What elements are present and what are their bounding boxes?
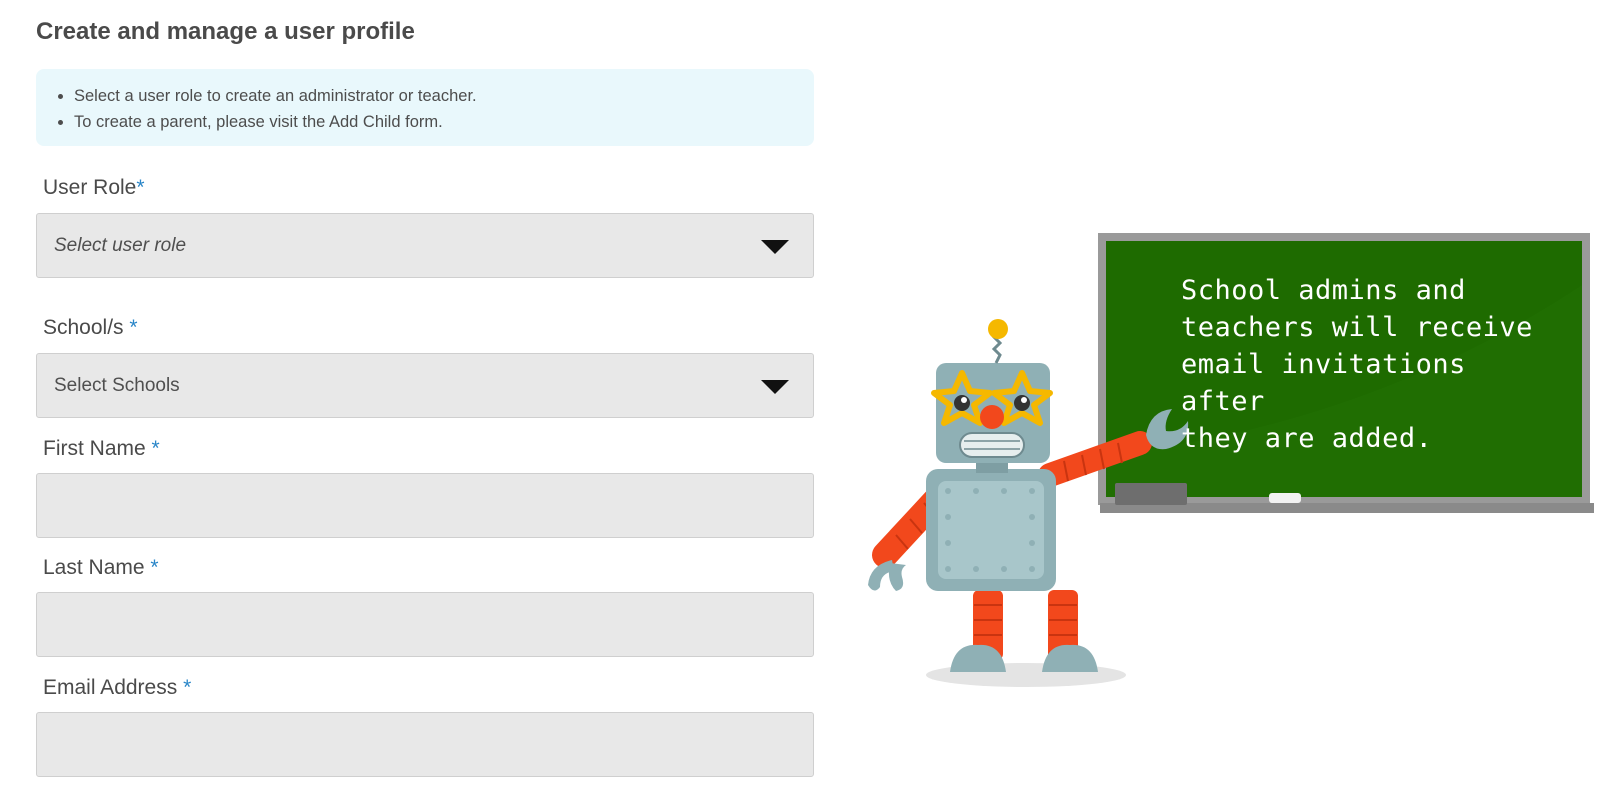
info-item-user-role: Select a user role to create an administ… [74, 83, 798, 109]
user-role-select[interactable]: Select user role [36, 213, 814, 278]
user-role-selected-value: Select user role [54, 234, 187, 256]
first-name-label: First Name * [43, 437, 160, 460]
schools-label: School/s * [43, 316, 138, 339]
info-item-parent: To create a parent, please visit the Add… [74, 109, 798, 135]
robot-nose [980, 405, 1004, 429]
info-list: Select a user role to create an administ… [74, 83, 798, 135]
last-name-input[interactable] [36, 592, 814, 657]
required-mark: * [136, 176, 145, 199]
info-box: Select a user role to create an administ… [36, 69, 814, 146]
chalk-piece [1269, 493, 1301, 503]
last-name-label: Last Name * [43, 556, 159, 579]
chalkboard-message: School admins and teachers will receive … [1181, 275, 1533, 454]
schools-selected-value: Select Schools [54, 374, 180, 396]
eraser [1115, 483, 1187, 505]
required-mark: * [150, 556, 159, 579]
chevron-down-icon [761, 380, 789, 394]
antenna-bulb [988, 319, 1008, 339]
required-mark: * [183, 676, 192, 699]
robot-chalkboard-illustration: School admins and teachers will receive … [850, 225, 1600, 715]
required-mark: * [151, 437, 160, 460]
email-input[interactable] [36, 712, 814, 777]
required-mark: * [129, 316, 138, 339]
email-label: Email Address * [43, 676, 192, 699]
robot-mouth [959, 432, 1025, 458]
page-title: Create and manage a user profile [36, 18, 415, 45]
schools-select[interactable]: Select Schools [36, 353, 814, 418]
chevron-down-icon [761, 240, 789, 254]
user-role-label: User Role* [43, 176, 145, 199]
first-name-input[interactable] [36, 473, 814, 538]
